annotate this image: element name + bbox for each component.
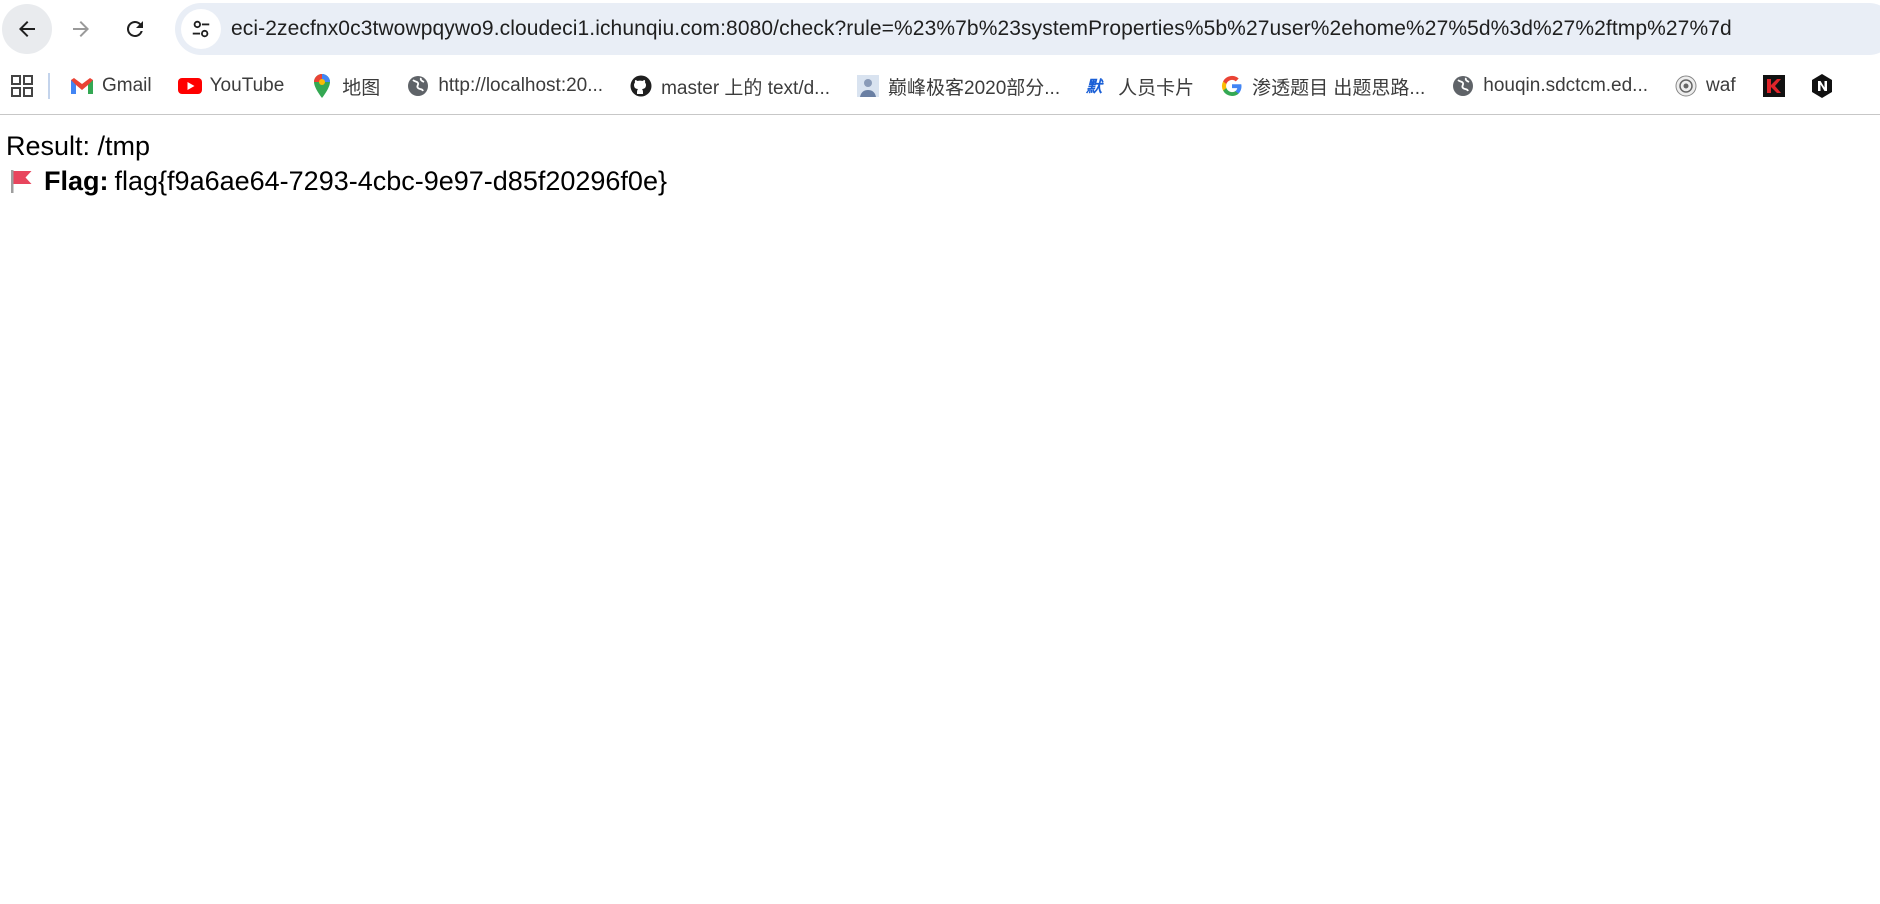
bookmark-label: waf <box>1706 75 1736 96</box>
page-content: Result: /tmp Flag: flag{f9a6ae64-7293-4c… <box>0 115 1880 199</box>
bookmark-label: 渗透题目 出题思路... <box>1252 77 1426 99</box>
reload-icon <box>126 20 143 37</box>
site-info-button[interactable] <box>181 9 221 49</box>
triangular-flag-icon <box>6 166 36 196</box>
maps-icon <box>310 74 334 98</box>
svg-text:默: 默 <box>1086 77 1104 96</box>
bookmarks-separator <box>48 73 50 99</box>
flag-line: Flag: flag{f9a6ae64-7293-4cbc-9e97-d85f2… <box>6 163 1880 199</box>
bookmark-label: http://localhost:20... <box>438 75 604 96</box>
bookmark-gmail[interactable]: Gmail <box>70 74 152 98</box>
arrow-right-icon <box>73 21 89 37</box>
gmail-icon <box>70 74 94 98</box>
navigation-bar: eci-2zecfnx0c3twowpqywo9.cloudeci1.ichun… <box>0 0 1880 58</box>
bookmark-label: YouTube <box>209 75 285 96</box>
bookmark-red-logo[interactable] <box>1762 74 1786 98</box>
flag-value: flag{f9a6ae64-7293-4cbc-9e97-d85f20296f0… <box>114 166 667 196</box>
github-icon <box>629 74 653 98</box>
bookmark-label: houqin.sdctcm.ed... <box>1483 75 1649 96</box>
bookmark-maps[interactable]: 地图 <box>310 73 380 100</box>
bookmark-dianfeng[interactable]: 巅峰极客2020部分... <box>856 73 1060 100</box>
bookmarks-bar: Gmail YouTube 地图 http://localhost:20... … <box>0 58 1880 115</box>
reload-button[interactable] <box>110 4 160 54</box>
card-icon: 默 <box>1086 74 1110 98</box>
flag-label: Flag: <box>44 166 109 196</box>
bookmark-waf[interactable]: waf <box>1674 74 1736 98</box>
avatar-icon <box>856 74 880 98</box>
tune-icon <box>192 20 210 38</box>
browser-window: eci-2zecfnx0c3twowpqywo9.cloudeci1.ichun… <box>0 0 1880 904</box>
red-logo-icon <box>1762 74 1786 98</box>
waf-icon <box>1674 74 1698 98</box>
arrow-left-icon <box>19 21 35 37</box>
url-text[interactable]: eci-2zecfnx0c3twowpqywo9.cloudeci1.ichun… <box>231 17 1732 41</box>
globe-icon <box>1451 74 1475 98</box>
youtube-icon <box>177 74 202 98</box>
bookmark-label: Gmail <box>102 75 152 96</box>
bookmark-label: master 上的 text/d... <box>661 77 831 99</box>
globe-icon <box>406 74 430 98</box>
bookmark-youtube[interactable]: YouTube <box>177 74 285 98</box>
bookmark-houqin[interactable]: houqin.sdctcm.ed... <box>1451 74 1648 98</box>
google-icon <box>1220 74 1244 98</box>
result-text: Result: /tmp <box>6 131 151 161</box>
apps-grid-icon[interactable] <box>10 74 34 98</box>
bookmark-localhost[interactable]: http://localhost:20... <box>406 74 603 98</box>
bookmark-card[interactable]: 默 人员卡片 <box>1086 73 1194 100</box>
bookmark-label: 巅峰极客2020部分... <box>888 77 1061 99</box>
back-button[interactable] <box>2 4 52 54</box>
bookmark-label: 人员卡片 <box>1118 77 1195 99</box>
bookmark-label: 地图 <box>342 77 381 99</box>
hexagon-n-icon <box>1810 74 1834 98</box>
bookmark-n-logo[interactable] <box>1810 74 1834 98</box>
forward-button[interactable] <box>56 4 106 54</box>
bookmark-google[interactable]: 渗透题目 出题思路... <box>1220 73 1425 100</box>
bookmark-github[interactable]: master 上的 text/d... <box>629 73 830 100</box>
address-bar[interactable]: eci-2zecfnx0c3twowpqywo9.cloudeci1.ichun… <box>175 3 1880 55</box>
